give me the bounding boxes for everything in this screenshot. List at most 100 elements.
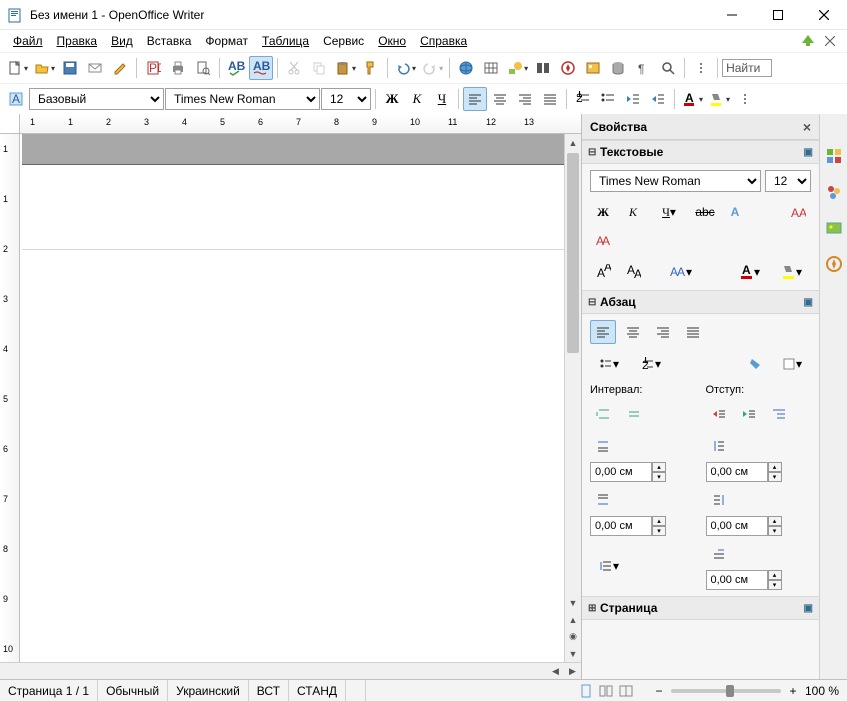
sb-numbering-button[interactable]: 12▾	[632, 352, 670, 376]
first-line-input[interactable]	[706, 570, 768, 590]
menu-file[interactable]: Файл	[6, 32, 50, 50]
align-justify-button[interactable]	[538, 87, 562, 111]
bold-button[interactable]: Ж	[380, 87, 404, 111]
align-right-button[interactable]	[513, 87, 537, 111]
sb-bold-button[interactable]: Ж	[590, 200, 616, 224]
underline-button[interactable]: Ч	[430, 87, 454, 111]
section-text-header[interactable]: ⊟Текстовые ▣	[582, 140, 819, 164]
next-page-nav[interactable]: ▼	[565, 645, 581, 662]
vertical-ruler[interactable]: 112345678910	[0, 134, 20, 662]
cut-button[interactable]	[282, 56, 306, 80]
email-button[interactable]	[83, 56, 107, 80]
menu-edit[interactable]: Правка	[50, 32, 105, 50]
sb-strike-button[interactable]: abc	[692, 200, 718, 224]
sb-superscript-button[interactable]: AA	[590, 260, 616, 284]
new-button[interactable]: ▾	[4, 56, 30, 80]
space-above-up[interactable]: ▴	[652, 462, 666, 472]
decrease-indent-button[interactable]	[621, 87, 645, 111]
zoom-out-button[interactable]: −	[651, 683, 667, 699]
tab-styles[interactable]	[822, 180, 846, 204]
toolbar2-overflow[interactable]	[733, 87, 757, 111]
view-book[interactable]	[617, 683, 635, 699]
print-button[interactable]	[166, 56, 190, 80]
font-size-select[interactable]: 12	[321, 88, 371, 110]
maximize-button[interactable]	[755, 0, 801, 30]
section-page-more-icon[interactable]: ▣	[804, 603, 813, 614]
status-insert-mode[interactable]: ВСТ	[249, 680, 289, 701]
sb-hanging-indent[interactable]	[766, 402, 792, 426]
numbered-list-button[interactable]: 12	[571, 87, 595, 111]
space-above-input[interactable]	[590, 462, 652, 482]
nonprinting-button[interactable]: ¶	[631, 56, 655, 80]
status-style[interactable]: Обычный	[98, 680, 168, 701]
format-paintbrush-button[interactable]	[359, 56, 383, 80]
hscroll-left[interactable]: ◀	[547, 663, 564, 679]
bullet-list-button[interactable]	[596, 87, 620, 111]
sb-shrink-font-button[interactable]: AA	[590, 228, 616, 252]
preview-button[interactable]	[191, 56, 215, 80]
line-spacing-button[interactable]: ▾	[590, 554, 628, 578]
zoom-value[interactable]: 100 %	[805, 684, 839, 698]
sb-underline-button[interactable]: Ч▾	[650, 200, 688, 224]
sb-subscript-button[interactable]: AA	[620, 260, 646, 284]
space-above-down[interactable]: ▾	[652, 472, 666, 482]
sb-bgcolor-drop[interactable]: ▾	[773, 352, 811, 376]
sb-spacing-button[interactable]: AA▾	[662, 260, 700, 284]
sb-align-right[interactable]	[650, 320, 676, 344]
prev-page-nav[interactable]: ▲	[565, 611, 581, 628]
status-page[interactable]: Страница 1 / 1	[0, 680, 98, 701]
italic-button[interactable]: К	[405, 87, 429, 111]
document-page[interactable]	[20, 134, 564, 662]
zoom-slider[interactable]	[671, 689, 781, 693]
menu-format[interactable]: Формат	[198, 32, 255, 50]
section-text-more-icon[interactable]: ▣	[804, 147, 813, 158]
sb-grow-font-button[interactable]: AA	[785, 200, 811, 224]
find-input[interactable]: Найти	[722, 59, 772, 77]
tab-navigator[interactable]	[822, 252, 846, 276]
indent-right-input[interactable]	[706, 516, 768, 536]
scroll-thumb[interactable]	[567, 153, 579, 353]
sidebar-close-icon[interactable]: ×	[803, 119, 811, 135]
update-icon[interactable]	[797, 30, 819, 52]
sb-dec-indent[interactable]	[736, 402, 762, 426]
sb-bullets-button[interactable]: ▾	[590, 352, 628, 376]
font-color-button[interactable]: A▾	[679, 87, 705, 111]
minimize-button[interactable]	[709, 0, 755, 30]
sidebar-size-select[interactable]: 12	[765, 170, 811, 192]
sb-inc-indent[interactable]	[706, 402, 732, 426]
increase-indent-button[interactable]	[646, 87, 670, 111]
section-paragraph-header[interactable]: ⊟Абзац ▣	[582, 290, 819, 314]
paragraph-style-select[interactable]: Базовый	[29, 88, 164, 110]
zoom-in-button[interactable]: +	[785, 683, 801, 699]
sidebar-font-select[interactable]: Times New Roman	[590, 170, 761, 192]
menu-window[interactable]: Окно	[371, 32, 413, 50]
vertical-scrollbar[interactable]: ▲ ▼ ▲ ◉ ▼	[564, 134, 581, 662]
spellcheck-button[interactable]: ABC	[224, 56, 248, 80]
hscroll-right[interactable]: ▶	[564, 663, 581, 679]
horizontal-ruler[interactable]: 112345678910111213	[0, 114, 581, 134]
sb-shadow-button[interactable]: A	[722, 200, 748, 224]
font-name-select[interactable]: Times New Roman	[165, 88, 320, 110]
menu-insert[interactable]: Вставка	[140, 32, 199, 50]
paste-button[interactable]: ▾	[332, 56, 358, 80]
menu-help[interactable]: Справка	[413, 32, 474, 50]
sb-italic-button[interactable]: К	[620, 200, 646, 224]
section-page-header[interactable]: ⊞Страница ▣	[582, 596, 819, 620]
status-selection-mode[interactable]: СТАНД	[289, 680, 346, 701]
menu-table[interactable]: Таблица	[255, 32, 316, 50]
sb-align-center[interactable]	[620, 320, 646, 344]
nav-target-button[interactable]: ◉	[565, 628, 581, 645]
space-below-input[interactable]	[590, 516, 652, 536]
toolbar-overflow[interactable]	[689, 56, 713, 80]
gallery-button[interactable]	[581, 56, 605, 80]
redo-button[interactable]: ▾	[419, 56, 445, 80]
view-single-page[interactable]	[577, 683, 595, 699]
save-button[interactable]	[58, 56, 82, 80]
hyperlink-button[interactable]	[454, 56, 478, 80]
scroll-up-button[interactable]: ▲	[565, 134, 581, 151]
undo-button[interactable]: ▾	[392, 56, 418, 80]
menu-view[interactable]: Вид	[104, 32, 140, 50]
close-button[interactable]	[801, 0, 847, 30]
status-language[interactable]: Украинский	[168, 680, 249, 701]
scroll-down-button[interactable]: ▼	[565, 594, 581, 611]
